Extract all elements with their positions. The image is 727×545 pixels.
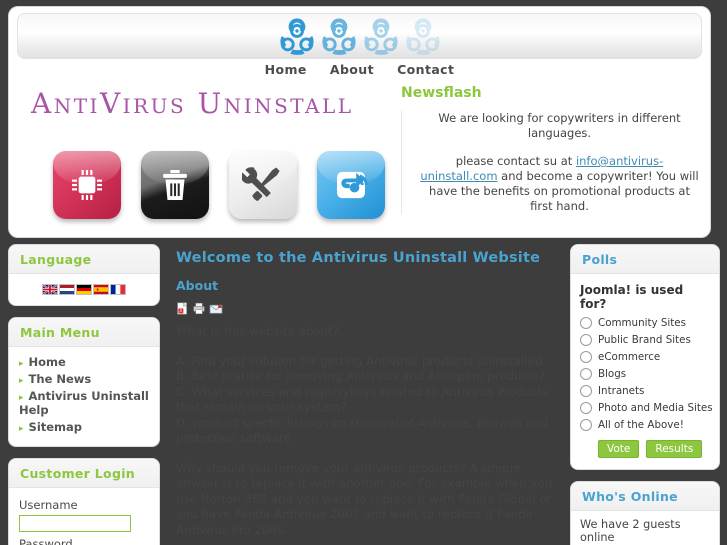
- page-title: Welcome to the Antivirus Uninstall Websi…: [176, 250, 541, 266]
- radio-button-icon[interactable]: [580, 317, 592, 329]
- newsflash-line-1: We are looking for copywriters in differ…: [438, 111, 681, 140]
- poll-option-label: Intranets: [598, 385, 645, 397]
- main-menu-list: Home The News Antivirus Uninstall Help S…: [19, 355, 149, 434]
- password-label: Password: [19, 537, 73, 545]
- menu-item-the-news[interactable]: The News: [19, 372, 149, 386]
- whos-online-text: We have 2 guests online: [580, 518, 681, 544]
- nav-item-contact[interactable]: Contact: [397, 62, 454, 77]
- pdf-icon[interactable]: A: [176, 302, 189, 315]
- newsflash-text-pre: please contact su at: [455, 154, 576, 168]
- newsflash-body: We are looking for copywriters in differ…: [401, 111, 701, 214]
- poll-option[interactable]: Community Sites: [580, 317, 710, 329]
- language-module-title: Language: [9, 245, 159, 274]
- article-paragraph-2: A. Find your solution for getting Antivi…: [176, 353, 549, 446]
- poll-option[interactable]: eCommerce: [580, 351, 710, 363]
- poll-option-label: Photo and Media Sites: [598, 402, 713, 414]
- left-sidebar: Language Main Menu ▸ Home ▸ The News ▸ A…: [8, 244, 160, 545]
- flag-germany[interactable]: [76, 284, 92, 295]
- language-flag-list: [17, 280, 151, 297]
- feature-icon-row: [53, 151, 385, 219]
- nav-item-about[interactable]: About: [330, 62, 374, 77]
- poll-option-label: All of the Above!: [598, 419, 684, 431]
- wrench-screwdriver-icon[interactable]: [229, 151, 297, 219]
- email-icon[interactable]: [209, 303, 223, 315]
- article-paragraph-3: Why should you remove your antivirus pro…: [176, 460, 553, 537]
- poll-buttons: Vote Results: [598, 440, 710, 458]
- main-menu-title: Main Menu: [9, 318, 159, 347]
- print-icon[interactable]: [192, 302, 206, 315]
- header-panel: Home About Contact AntiVirus Uninstall N…: [8, 6, 711, 238]
- poll-option[interactable]: Blogs: [580, 368, 710, 380]
- flag-united-kingdom[interactable]: [42, 284, 58, 295]
- username-input[interactable]: [19, 515, 131, 532]
- radio-button-icon[interactable]: [580, 368, 592, 380]
- nav-item-home[interactable]: Home: [265, 62, 307, 77]
- poll-question: Joomla! is used for?: [580, 283, 684, 311]
- vote-button[interactable]: Vote: [598, 440, 640, 458]
- list-item: Antivirus Uninstall Help: [19, 389, 149, 417]
- poll-option-label: eCommerce: [598, 351, 661, 363]
- biohazard-icon: [363, 18, 398, 55]
- flag-spain[interactable]: [93, 284, 109, 295]
- main-content: Welcome to the Antivirus Uninstall Websi…: [168, 244, 566, 545]
- radio-button-icon[interactable]: [580, 402, 592, 414]
- newsflash-module: Newsflash We are looking for copywriters…: [401, 85, 701, 233]
- main-menu-module: Main Menu Home The News Antivirus Uninst…: [8, 317, 160, 447]
- biohazard-icon: [321, 18, 356, 55]
- flag-france[interactable]: [110, 284, 126, 295]
- logo-biohazard-group: [276, 10, 444, 62]
- poll-option[interactable]: All of the Above!: [580, 419, 710, 431]
- banner-bar: [17, 13, 702, 59]
- radio-button-icon[interactable]: [580, 419, 592, 431]
- newsflash-title: Newsflash: [401, 85, 482, 101]
- language-module: Language: [8, 244, 160, 306]
- list-item: Home: [19, 355, 149, 369]
- page-viewport: Home About Contact AntiVirus Uninstall N…: [0, 0, 727, 545]
- customer-login-title: Customer Login: [9, 459, 159, 488]
- poll-option[interactable]: Photo and Media Sites: [580, 402, 713, 414]
- poll-option-label: Public Brand Sites: [598, 334, 691, 346]
- poll-option[interactable]: Public Brand Sites: [580, 334, 710, 346]
- poll-option-label: Community Sites: [598, 317, 687, 329]
- list-item: The News: [19, 372, 149, 386]
- article-action-icons: A: [176, 302, 560, 315]
- whos-online-module: Who's Online We have 2 guests online: [570, 481, 720, 545]
- whos-online-title: Who's Online: [571, 482, 719, 511]
- poll-option-label: Blogs: [598, 368, 627, 380]
- article-subtitle: About: [176, 278, 219, 293]
- article: Welcome to the Antivirus Uninstall Websi…: [168, 250, 566, 545]
- site-title: AntiVirus Uninstall: [31, 87, 354, 120]
- radio-button-icon[interactable]: [580, 334, 592, 346]
- eject-disc-icon[interactable]: [317, 151, 385, 219]
- radio-button-icon[interactable]: [580, 385, 592, 397]
- polls-module: Polls Joomla! is used for? Community Sit…: [570, 244, 720, 470]
- trash-bin-icon[interactable]: [141, 151, 209, 219]
- newsflash-line-2: please contact su at info@antivirus-unin…: [418, 154, 701, 214]
- customer-login-module: Customer Login Username Password: [8, 458, 160, 545]
- right-sidebar: Polls Joomla! is used for? Community Sit…: [570, 244, 720, 545]
- article-paragraph-1: What is this website about?: [176, 324, 339, 338]
- results-button[interactable]: Results: [646, 440, 703, 458]
- cpu-chip-icon[interactable]: [53, 151, 121, 219]
- flag-netherlands[interactable]: [59, 284, 75, 295]
- menu-item-sitemap[interactable]: Sitemap: [19, 420, 149, 434]
- menu-item-home[interactable]: Home: [19, 355, 149, 369]
- polls-module-title: Polls: [571, 245, 719, 274]
- poll-option[interactable]: Intranets: [580, 385, 710, 397]
- radio-button-icon[interactable]: [580, 351, 592, 363]
- menu-item-antivirus-uninstall-help[interactable]: Antivirus Uninstall Help: [19, 389, 149, 417]
- username-label: Username: [19, 498, 78, 512]
- list-item: Sitemap: [19, 420, 149, 434]
- biohazard-icon: [279, 18, 314, 55]
- biohazard-icon: [405, 18, 440, 55]
